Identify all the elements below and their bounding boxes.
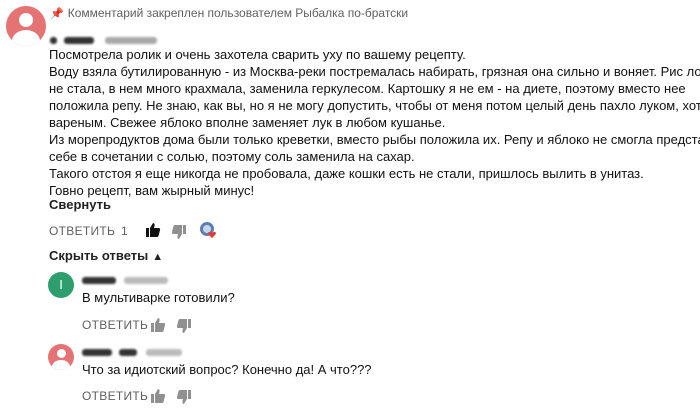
author-name-redacted bbox=[50, 37, 57, 45]
author-row-redacted bbox=[50, 32, 157, 45]
avatar-body-shape bbox=[52, 360, 70, 370]
reply-avatar[interactable] bbox=[48, 344, 74, 370]
comment-line: Говно рецепт, вам жырный минус! bbox=[49, 183, 255, 198]
reply-text: В мультиварке готовили? bbox=[82, 290, 235, 305]
comment-actions: ОТВЕТИТЬ 1 bbox=[49, 222, 289, 244]
avatar[interactable] bbox=[6, 6, 46, 46]
comment-line: Из морепродуктов дома были только кревет… bbox=[49, 132, 700, 147]
chevron-up-icon: ▲ bbox=[152, 251, 164, 263]
creator-heart-icon bbox=[200, 222, 216, 238]
comment-line: положила репу. Не знаю, как вы, но я не … bbox=[49, 98, 700, 113]
author-name-redacted bbox=[82, 349, 112, 357]
author-name-redacted bbox=[119, 349, 138, 357]
avatar-body-shape bbox=[12, 30, 40, 46]
thumbs-down-icon[interactable] bbox=[176, 318, 192, 334]
reply-avatar[interactable]: I bbox=[48, 272, 74, 298]
reply-actions: ОТВЕТИТЬ bbox=[82, 389, 222, 407]
reply-actions: ОТВЕТИТЬ bbox=[82, 318, 222, 338]
thumbs-up-icon[interactable] bbox=[145, 222, 161, 238]
pin-icon: 📌 bbox=[50, 8, 64, 20]
timestamp-redacted bbox=[124, 277, 169, 285]
avatar-head-shape bbox=[57, 349, 66, 358]
timestamp-redacted bbox=[145, 349, 182, 357]
thumbs-up-icon[interactable] bbox=[150, 388, 166, 404]
avatar-head-shape bbox=[19, 13, 33, 27]
comment-line: Воду взяла бутилированную - из Москва-ре… bbox=[49, 64, 700, 79]
pinned-text: Комментарий закреплен пользователем Рыба… bbox=[67, 6, 409, 20]
thumbs-down-icon[interactable] bbox=[176, 389, 192, 405]
hide-replies-label: Скрыть ответы bbox=[49, 248, 149, 263]
comment-line: Такого отстоя я еще никогда не пробовала… bbox=[49, 166, 644, 181]
reply-button[interactable]: ОТВЕТИТЬ bbox=[49, 224, 115, 238]
reply-avatar-letter: I bbox=[59, 277, 63, 292]
reply-author-redacted bbox=[82, 272, 169, 290]
timestamp-redacted bbox=[104, 37, 157, 45]
reply-button[interactable]: ОТВЕТИТЬ bbox=[82, 389, 148, 403]
like-count: 1 bbox=[121, 224, 128, 238]
comment-line: себе в сочетании с солью, поэтому соль з… bbox=[49, 149, 415, 164]
thumbs-down-icon[interactable] bbox=[171, 224, 187, 240]
reply-button[interactable]: ОТВЕТИТЬ bbox=[82, 318, 148, 332]
comment-line: не стала, в нем много крахмала, заменила… bbox=[49, 81, 686, 96]
author-name-redacted bbox=[64, 37, 95, 45]
comment-line: Посмотрела ролик и очень захотела сварит… bbox=[49, 47, 466, 62]
collapse-button[interactable]: Свернуть bbox=[49, 197, 111, 212]
comment-line: вареным. Свежее яблоко вполне заменяет л… bbox=[49, 115, 446, 130]
reply-author-redacted bbox=[82, 344, 182, 362]
comment-text: Посмотрела ролик и очень захотела сварит… bbox=[49, 46, 700, 199]
thumbs-up-icon[interactable] bbox=[150, 317, 166, 333]
hide-replies-button[interactable]: Скрыть ответы ▲ bbox=[49, 248, 163, 263]
author-name-redacted bbox=[82, 277, 116, 285]
reply-text: Что за идиотский вопрос? Конечно да! А ч… bbox=[82, 362, 372, 377]
pinned-notice: 📌 Комментарий закреплен пользователем Рыб… bbox=[50, 6, 408, 20]
